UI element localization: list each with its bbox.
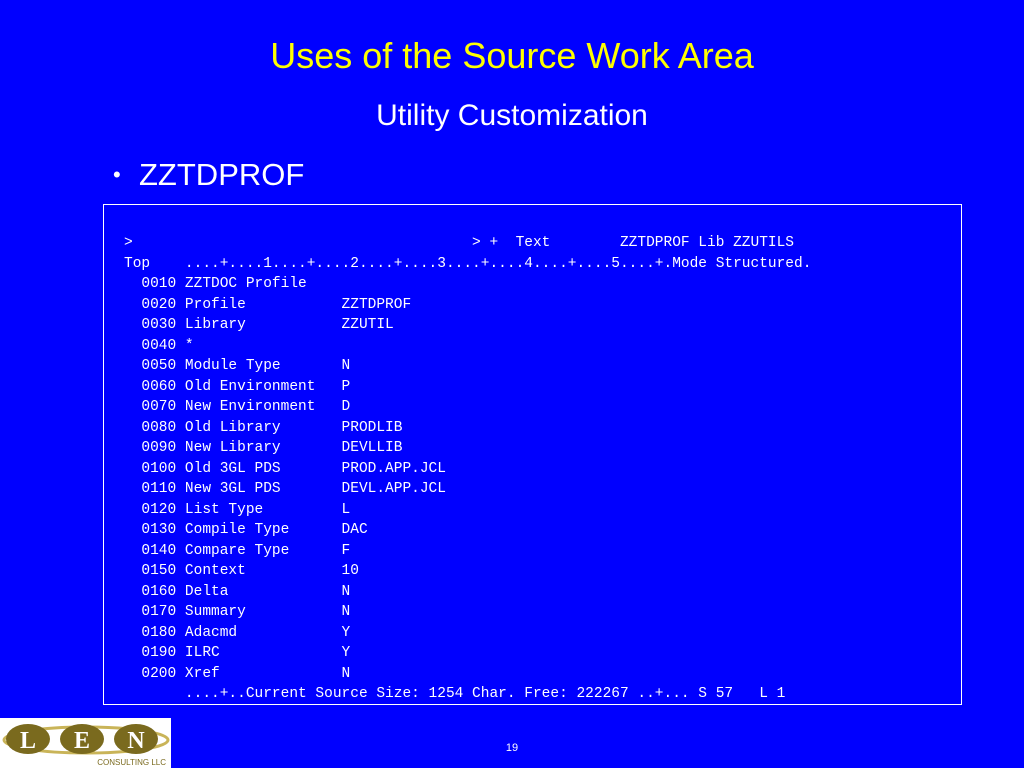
terminal-line: 0020 Profile ZZTDPROF [124, 296, 412, 313]
logo-caption: CONSULTING LLC [97, 758, 166, 767]
page-number: 19 [505, 742, 519, 754]
terminal-line: 0200 Xref N [124, 665, 351, 682]
terminal-line: 0190 ILRC Y [124, 645, 351, 661]
terminal-line: 0170 Summary N [124, 604, 351, 620]
terminal-line: 0030 Library ZZUTIL [124, 317, 394, 333]
terminal-line: 0160 Delta N [124, 583, 351, 600]
terminal-line: 0050 Module Type N [124, 358, 351, 374]
terminal-line: 0130 Compile Type DAC [124, 522, 368, 538]
terminal-panel: > > + Text ZZTDPROF Lib ZZUTILS Top ....… [103, 204, 962, 705]
terminal-line: 0090 New Library DEVLLIB [124, 440, 403, 456]
bullet-item: • ZZTDPROF [113, 156, 304, 194]
terminal-line: 0180 Adacmd Y [124, 624, 351, 641]
terminal-line: Top ....+....1....+....2....+....3....+.… [124, 255, 812, 272]
terminal-line: 0060 Old Environment P [124, 378, 351, 395]
bullet-text: ZZTDPROF [139, 157, 305, 192]
terminal-line: 0010 ZZTDOC Profile [124, 276, 307, 292]
terminal-line: 0040 * [124, 337, 194, 354]
terminal-line: ....+..Current Source Size: 1254 Char. F… [124, 686, 786, 702]
terminal-line: > > + Text ZZTDPROF Lib ZZUTILS [124, 235, 795, 251]
bullet-dot-icon: • [113, 162, 121, 187]
terminal-line: 0140 Compare Type F [124, 542, 351, 559]
terminal-screen: > > + Text ZZTDPROF Lib ZZUTILS Top ....… [124, 233, 961, 705]
terminal-line: 0080 Old Library PRODLIB [124, 419, 403, 436]
terminal-line: 0150 Context 10 [124, 563, 359, 579]
terminal-line: 0120 List Type L [124, 501, 351, 518]
slide-subtitle: Utility Customization [376, 99, 648, 132]
terminal-line: 0100 Old 3GL PDS PROD.APP.JCL [124, 460, 446, 477]
terminal-line: 0110 New 3GL PDS DEVL.APP.JCL [124, 481, 446, 497]
terminal-line: 0070 New Environment D [124, 399, 351, 415]
slide-title: Uses of the Source Work Area [270, 35, 754, 76]
